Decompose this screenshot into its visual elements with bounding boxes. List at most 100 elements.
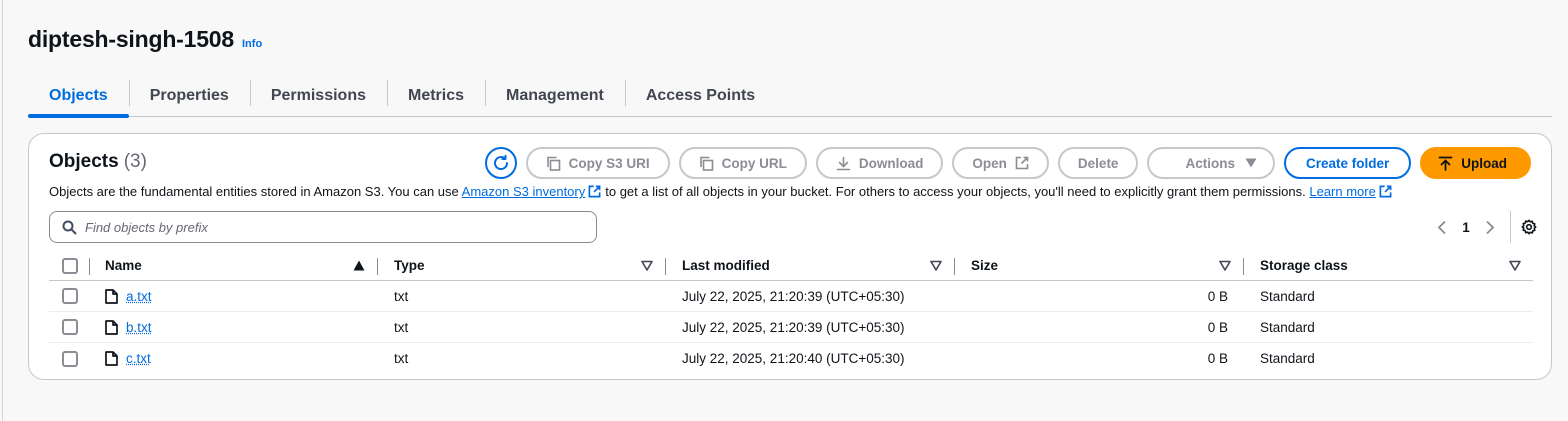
chevron-right-icon <box>1486 220 1495 234</box>
description-text-2: to get a list of all objects in your buc… <box>605 184 1306 199</box>
object-storage-class: Standard <box>1260 288 1315 304</box>
object-size: 0 B <box>1207 288 1228 304</box>
object-name-cell: a.txt <box>89 281 377 311</box>
copy-url-button[interactable]: Copy URL <box>678 147 807 179</box>
object-last-modified: July 22, 2025, 21:20:40 (UTC+05:30) <box>682 351 905 366</box>
actions-label: Actions <box>1185 155 1235 171</box>
object-last-modified: July 22, 2025, 21:20:39 (UTC+05:30) <box>682 288 905 304</box>
upload-button[interactable]: Upload <box>1420 147 1531 179</box>
refresh-button[interactable] <box>484 147 517 179</box>
tab-properties[interactable]: Properties <box>128 76 250 116</box>
objects-panel-header: Objects (3) <box>49 151 147 173</box>
open-label: Open <box>972 155 1007 171</box>
upload-label: Upload <box>1461 155 1507 171</box>
object-last-modified: July 22, 2025, 21:20:39 (UTC+05:30) <box>682 319 905 335</box>
pagination-divider <box>1510 211 1511 243</box>
column-header-type[interactable]: Type <box>377 251 665 280</box>
table-row[interactable]: c.txt txt July 22, 2025, 21:20:40 (UTC+0… <box>49 343 1533 374</box>
column-header-last-modified[interactable]: Last modified <box>665 251 954 280</box>
info-link[interactable]: Info <box>242 38 262 50</box>
column-header-size-label: Size <box>971 258 999 273</box>
external-link-icon <box>1379 185 1392 198</box>
row-checkbox[interactable] <box>62 350 78 367</box>
object-size: 0 B <box>1207 319 1228 335</box>
column-header-last-modified-label: Last modified <box>682 258 770 273</box>
page-title: diptesh-singh-1508 <box>28 26 234 52</box>
file-icon <box>105 319 118 335</box>
object-type: txt <box>394 319 409 335</box>
objects-count: (3) <box>123 151 147 172</box>
sort-ascending-icon <box>353 260 365 271</box>
column-header-name[interactable]: Name <box>89 251 377 280</box>
learn-more-link[interactable]: Learn more <box>1309 184 1375 199</box>
copy-url-label: Copy URL <box>721 155 787 171</box>
row-select-cell <box>49 343 89 374</box>
object-name-link[interactable]: c.txt <box>126 351 151 366</box>
table-settings-button[interactable] <box>1521 219 1537 235</box>
object-type: txt <box>394 288 409 304</box>
object-name-cell: c.txt <box>89 343 377 374</box>
create-folder-label: Create folder <box>1305 155 1390 171</box>
search-icon <box>62 220 77 234</box>
tab-bar: Objects Properties Permissions Metrics M… <box>28 76 1552 118</box>
actions-dropdown[interactable]: Actions <box>1147 147 1275 179</box>
table-header-row: Name Type Last modified Size Storage cla… <box>49 251 1533 281</box>
objects-table: Name Type Last modified Size Storage cla… <box>49 251 1533 374</box>
next-page-button[interactable] <box>1478 220 1502 235</box>
object-name-link[interactable]: a.txt <box>126 289 152 304</box>
select-all-cell <box>49 251 89 280</box>
create-folder-button[interactable]: Create folder <box>1283 147 1412 179</box>
delete-button[interactable]: Delete <box>1057 147 1139 179</box>
object-type: txt <box>394 351 409 366</box>
external-link-icon <box>588 185 601 198</box>
objects-description: Objects are the fundamental entities sto… <box>49 184 1396 199</box>
object-name-link[interactable]: b.txt <box>126 320 152 335</box>
tab-management[interactable]: Management <box>485 76 625 116</box>
caret-down-icon <box>1245 158 1257 168</box>
row-select-cell <box>49 281 89 311</box>
current-page-number[interactable]: 1 <box>1454 220 1478 235</box>
column-header-size[interactable]: Size <box>954 251 1243 280</box>
page-left-border <box>2 0 3 421</box>
sort-icon <box>1219 260 1231 271</box>
open-button[interactable]: Open <box>952 147 1049 179</box>
search-input[interactable] <box>85 219 565 235</box>
sort-icon <box>1509 260 1521 271</box>
pagination: 1 <box>1430 211 1537 243</box>
table-row[interactable]: b.txt txt July 22, 2025, 21:20:39 (UTC+0… <box>49 312 1533 343</box>
tab-objects[interactable]: Objects <box>28 76 129 118</box>
column-header-storage-class[interactable]: Storage class <box>1243 251 1533 280</box>
refresh-icon <box>493 154 508 171</box>
download-label: Download <box>858 155 924 171</box>
download-button[interactable]: Download <box>815 147 944 179</box>
page-header: diptesh-singh-1508 Info <box>28 26 262 53</box>
tab-metrics[interactable]: Metrics <box>386 76 485 116</box>
chevron-left-icon <box>1437 220 1446 234</box>
object-storage-class: Standard <box>1260 319 1315 335</box>
row-checkbox[interactable] <box>62 319 78 335</box>
object-name-cell: b.txt <box>89 312 377 342</box>
tab-access-points[interactable]: Access Points <box>624 76 776 116</box>
copy-s3-uri-label: Copy S3 URI <box>568 155 650 171</box>
select-all-checkbox[interactable] <box>62 257 78 274</box>
tab-permissions[interactable]: Permissions <box>249 76 387 116</box>
table-row[interactable]: a.txt txt July 22, 2025, 21:20:39 (UTC+0… <box>49 281 1533 312</box>
description-text-1: Objects are the fundamental entities sto… <box>49 184 459 199</box>
row-checkbox[interactable] <box>62 288 78 304</box>
file-icon <box>105 288 118 304</box>
previous-page-button[interactable] <box>1430 220 1454 235</box>
settings-gear-icon <box>1521 219 1537 235</box>
external-link-icon <box>1015 156 1029 170</box>
sort-icon <box>641 260 653 271</box>
object-storage-class: Standard <box>1260 351 1315 366</box>
column-header-name-label: Name <box>105 258 142 273</box>
copy-icon <box>699 156 713 171</box>
copy-s3-uri-button[interactable]: Copy S3 URI <box>525 147 670 179</box>
search-box <box>49 211 597 243</box>
row-select-cell <box>49 312 89 342</box>
sort-icon <box>930 260 942 271</box>
object-size: 0 B <box>1207 351 1228 366</box>
objects-panel-title: Objects <box>49 151 119 172</box>
file-icon <box>105 351 118 366</box>
s3-inventory-link[interactable]: Amazon S3 inventory <box>462 184 586 199</box>
